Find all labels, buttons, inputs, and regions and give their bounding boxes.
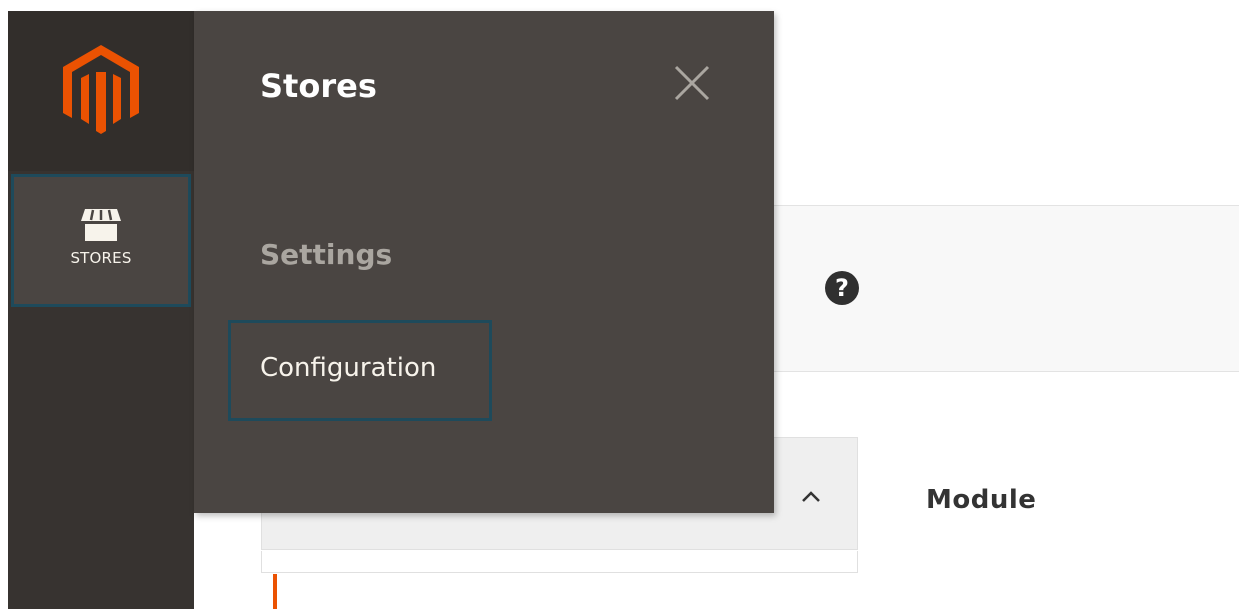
close-icon[interactable]	[670, 61, 714, 105]
chevron-up-icon[interactable]	[797, 488, 825, 506]
menu-item-configuration[interactable]: Configuration	[228, 320, 492, 421]
admin-sidebar: STORES	[8, 11, 194, 609]
sidebar-item-stores[interactable]: STORES	[11, 174, 191, 307]
column-header-module[interactable]: Module	[926, 485, 1036, 515]
svg-text:?: ?	[835, 274, 849, 302]
menu-item-label: Configuration	[260, 353, 437, 383]
section-heading-settings: Settings	[260, 238, 393, 271]
row-marker	[273, 574, 277, 609]
storefront-icon	[81, 209, 121, 241]
admin-page: ? Module STORES Stores Settings Configur…	[0, 0, 1239, 609]
question-circle-icon[interactable]: ?	[824, 270, 860, 306]
flyout-title: Stores	[260, 67, 377, 105]
grid-row	[261, 551, 858, 573]
sidebar-item-label: STORES	[70, 249, 132, 267]
magento-logo[interactable]	[8, 11, 194, 171]
stores-flyout-menu: Stores Settings Configuration	[194, 11, 774, 513]
magento-logo-icon	[63, 45, 139, 134]
